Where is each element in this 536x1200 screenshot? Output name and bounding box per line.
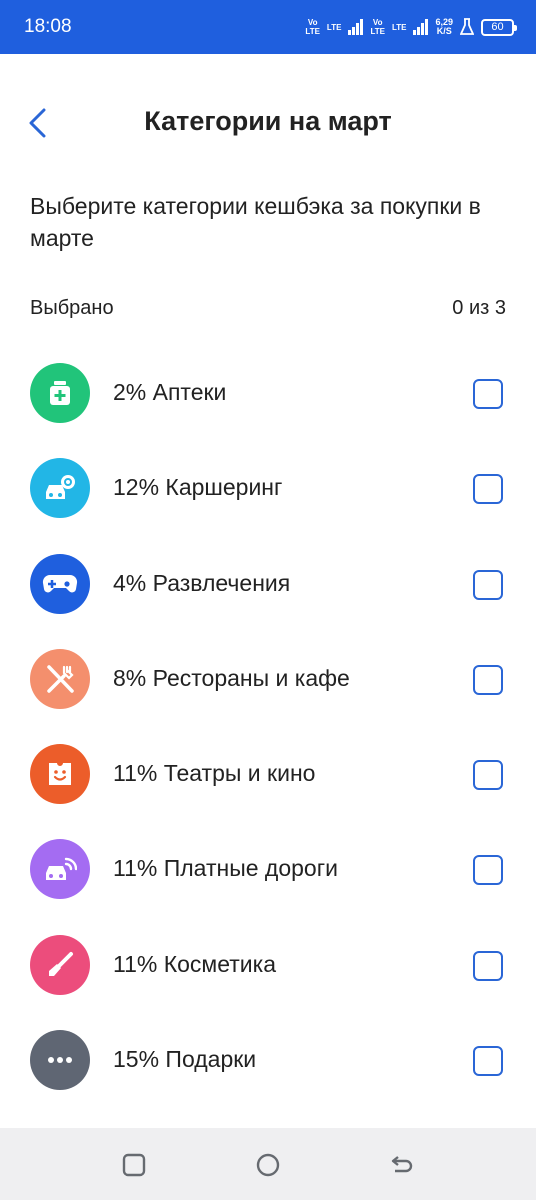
selected-count: 0 из 3 (452, 297, 506, 319)
category-item-cosmetics[interactable]: 11% Косметика (0, 918, 536, 1013)
lte-indicator-2: LTE (391, 22, 407, 32)
category-item-pharmacy[interactable]: 2% Аптеки (0, 346, 536, 441)
subtitle: Выберите категории кешбэка за покупки в … (30, 193, 481, 251)
status-time: 18:08 (24, 16, 72, 37)
category-checkbox[interactable] (473, 760, 503, 791)
category-checkbox[interactable] (473, 950, 503, 981)
signal-icon-1 (348, 19, 364, 35)
category-label: 15% Подарки (113, 1046, 257, 1073)
system-nav-bar (0, 1128, 536, 1200)
category-item-theaters[interactable]: 11% Театры и кино (0, 727, 536, 822)
category-list: 2% Аптеки 12% Каршеринг 4% Развлечения 8… (0, 346, 536, 1108)
page-title: Категории на март (144, 106, 392, 136)
carsharing-icon (30, 458, 90, 519)
brush-icon (30, 934, 90, 995)
network-speed: 6,29 K/S (435, 17, 453, 36)
flask-icon (460, 18, 474, 35)
volte-indicator-2: Vo LTE (370, 18, 385, 36)
category-checkbox[interactable] (473, 855, 503, 886)
recent-apps-icon[interactable] (121, 1152, 147, 1178)
category-item-carsharing[interactable]: 12% Каршеринг (0, 441, 536, 536)
category-label: 4% Развлечения (113, 569, 291, 596)
category-label: 11% Платные дороги (113, 855, 338, 882)
category-item-restaurants[interactable]: 8% Рестораны и кафе (0, 632, 536, 727)
volte-indicator-1: Vo LTE (305, 18, 320, 36)
fork-knife-icon (30, 648, 90, 709)
back-nav-icon[interactable] (389, 1152, 415, 1178)
toll-car-icon (30, 839, 90, 900)
category-label: 12% Каршеринг (113, 474, 283, 501)
category-checkbox[interactable] (473, 379, 503, 409)
category-checkbox[interactable] (473, 664, 503, 695)
lte-indicator-1: LTE (326, 22, 342, 32)
category-label: 8% Рестораны и кафе (113, 664, 350, 691)
more-dots-icon (30, 1030, 90, 1091)
category-label: 11% Театры и кино (113, 760, 316, 787)
category-item-entertainment[interactable]: 4% Развлечения (0, 537, 536, 632)
pharmacy-icon (30, 363, 90, 423)
category-checkbox[interactable] (473, 474, 503, 505)
category-label: 2% Аптеки (113, 379, 227, 405)
category-checkbox[interactable] (473, 1046, 503, 1077)
home-icon[interactable] (255, 1152, 281, 1178)
battery-icon: 60 (481, 18, 517, 36)
status-bar: 18:08 Vo LTE LTE Vo LTE LTE 6,29 K/S 60 (0, 0, 536, 54)
gamepad-icon (30, 553, 90, 614)
category-item-toll-roads[interactable]: 11% Платные дороги (0, 822, 536, 917)
selected-label: Выбрано (30, 297, 114, 319)
ticket-icon (30, 744, 90, 805)
category-label: 11% Косметика (113, 950, 276, 977)
category-item-gifts[interactable]: 15% Подарки (0, 1013, 536, 1108)
signal-icon-2 (413, 19, 429, 35)
selection-summary: Выбрано 0 из 3 (30, 297, 506, 320)
category-checkbox[interactable] (473, 569, 503, 600)
status-icons: Vo LTE LTE Vo LTE LTE 6,29 K/S 60 (305, 15, 517, 39)
